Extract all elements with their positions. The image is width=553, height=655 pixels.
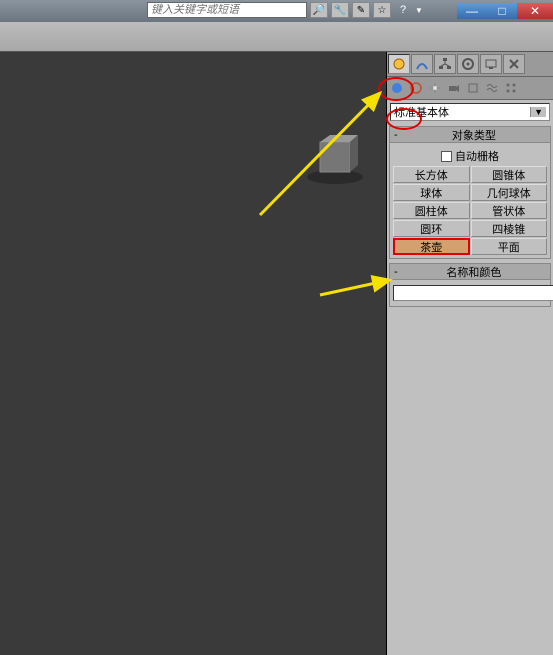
- object-type-button[interactable]: 圆柱体: [393, 202, 470, 219]
- object-name-input[interactable]: [393, 285, 553, 301]
- rollout-header-name-color[interactable]: - 名称和颜色: [390, 264, 550, 280]
- auto-grid-row: 自动栅格: [393, 146, 547, 166]
- tab-create[interactable]: [388, 54, 410, 74]
- help-icon[interactable]: ?: [394, 2, 412, 18]
- viewport-object-teapot: [300, 127, 370, 187]
- wrench-icon[interactable]: 🔧: [331, 2, 349, 18]
- object-type-button[interactable]: 管状体: [471, 202, 548, 219]
- tab-modify[interactable]: [411, 54, 433, 74]
- helpers-icon[interactable]: [464, 79, 482, 97]
- main-toolbar: [0, 22, 553, 52]
- dropdown-label: 标准基本体: [394, 104, 449, 120]
- primitive-category-dropdown[interactable]: 标准基本体 ▼: [390, 103, 550, 121]
- object-type-button[interactable]: 圆环: [393, 220, 470, 237]
- collapse-icon: -: [394, 266, 398, 278]
- object-type-button[interactable]: 长方体: [393, 166, 470, 183]
- geometry-icon[interactable]: [388, 79, 406, 97]
- object-type-button[interactable]: 圆锥体: [471, 166, 548, 183]
- cameras-icon[interactable]: [445, 79, 463, 97]
- collapse-icon: -: [394, 129, 398, 141]
- rollout-header-object-type[interactable]: - 对象类型: [390, 127, 550, 143]
- star-icon[interactable]: ☆: [373, 2, 391, 18]
- rollout-title: 对象类型: [402, 127, 546, 143]
- chevron-down-icon: ▼: [530, 107, 546, 117]
- spacewarps-icon[interactable]: [483, 79, 501, 97]
- object-type-button[interactable]: 球体: [393, 184, 470, 201]
- caret-down-icon[interactable]: ▼: [415, 6, 423, 15]
- tab-hierarchy[interactable]: [434, 54, 456, 74]
- search-go-icon[interactable]: 🔎: [310, 2, 328, 18]
- object-buttons-grid: 长方体圆锥体球体几何球体圆柱体管状体圆环四棱锥茶壶平面: [393, 166, 547, 255]
- object-type-button[interactable]: 四棱锥: [471, 220, 548, 237]
- tab-display[interactable]: [480, 54, 502, 74]
- rollout-object-type: - 对象类型 自动栅格 长方体圆锥体球体几何球体圆柱体管状体圆环四棱锥茶壶平面: [389, 126, 551, 259]
- auto-grid-checkbox[interactable]: [441, 151, 452, 162]
- search-area: 🔎 🔧 ✎ ☆ ? ▼: [147, 2, 423, 18]
- command-panel: 标准基本体 ▼ - 对象类型 自动栅格 长方体圆锥体球体几何球体圆柱体管状体圆环…: [387, 52, 553, 655]
- shapes-icon[interactable]: [407, 79, 425, 97]
- object-type-button[interactable]: 茶壶: [393, 238, 470, 255]
- minimize-button[interactable]: —: [457, 3, 487, 19]
- panel-tabs-top: [387, 52, 553, 77]
- rollout-name-color: - 名称和颜色: [389, 263, 551, 307]
- viewport[interactable]: [0, 52, 387, 655]
- titlebar: 🔎 🔧 ✎ ☆ ? ▼ — □ ✕: [0, 0, 553, 22]
- rollout-title: 名称和颜色: [402, 264, 546, 280]
- panel-tabs-sub: [387, 77, 553, 100]
- pin-icon[interactable]: ✎: [352, 2, 370, 18]
- lights-icon[interactable]: [426, 79, 444, 97]
- object-type-button[interactable]: 平面: [471, 238, 548, 255]
- window-controls: — □ ✕: [457, 3, 553, 19]
- maximize-button[interactable]: □: [487, 3, 517, 19]
- systems-icon[interactable]: [502, 79, 520, 97]
- main-area: 标准基本体 ▼ - 对象类型 自动栅格 长方体圆锥体球体几何球体圆柱体管状体圆环…: [0, 52, 553, 655]
- search-input[interactable]: [147, 2, 307, 18]
- tab-motion[interactable]: [457, 54, 479, 74]
- close-button[interactable]: ✕: [517, 3, 553, 19]
- tab-utilities[interactable]: [503, 54, 525, 74]
- object-type-button[interactable]: 几何球体: [471, 184, 548, 201]
- auto-grid-label: 自动栅格: [455, 148, 499, 164]
